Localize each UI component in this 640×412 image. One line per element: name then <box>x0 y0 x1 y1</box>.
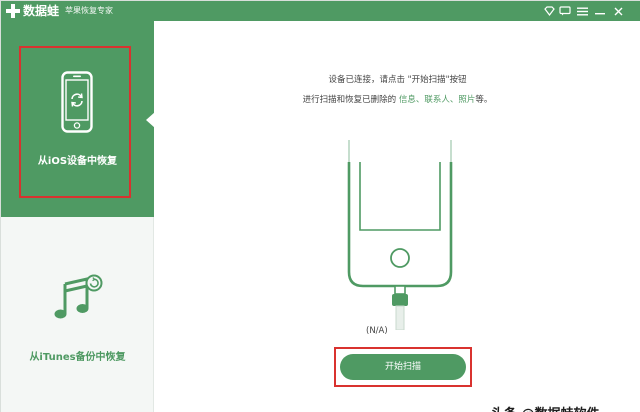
instruction-line-2: 进行扫描和恢复已删除的 信息、联系人、照片等。 <box>154 93 640 105</box>
app-subtitle: 苹果恢复专家 <box>65 6 113 15</box>
device-status: (N/A) <box>366 326 388 336</box>
sidebar: 从iOS设备中恢复 从iTunes备份中恢复 <box>1 21 155 412</box>
diamond-icon[interactable] <box>542 4 556 18</box>
sidebar-item-label: 从iOS设备中恢复 <box>37 156 118 167</box>
close-icon[interactable] <box>611 4 625 18</box>
menu-icon[interactable] <box>575 4 589 18</box>
start-scan-button[interactable]: 开始扫描 <box>340 354 466 380</box>
phone-restore-icon <box>61 71 93 133</box>
minimize-icon[interactable] <box>593 4 607 18</box>
instruction-text: 进行扫描和恢复已删除的 <box>302 95 399 105</box>
music-restore-icon <box>54 274 103 319</box>
chat-icon[interactable] <box>558 4 572 18</box>
app-name: 数据蛙 <box>23 4 60 18</box>
sidebar-item-label: 从iTunes备份中恢复 <box>29 352 126 363</box>
main-panel: 设备已连接，请点击 "开始扫描"按钮 进行扫描和恢复已删除的 信息、联系人、照片… <box>154 21 640 412</box>
sidebar-item-itunes-restore[interactable]: 从iTunes备份中恢复 <box>1 217 154 412</box>
instruction-text: 等。 <box>475 95 493 105</box>
data-types-highlight: 信息、联系人、照片 <box>398 95 476 105</box>
instruction-line-1: 设备已连接，请点击 "开始扫描"按钮 <box>154 73 640 85</box>
watermark-text: 头条 @数据蛙软件 <box>491 403 600 412</box>
instruction-text: 设备已连接，请点击 <box>328 75 408 85</box>
phone-illustration-icon <box>347 140 453 330</box>
title-bar: 数据蛙 苹果恢复专家 <box>1 1 640 21</box>
app-logo-icon <box>6 4 20 18</box>
app-window: 数据蛙 苹果恢复专家 从iOS设备中恢复 从iTunes备份中恢复 设备已连接，… <box>0 0 640 412</box>
sidebar-item-ios-restore[interactable]: 从iOS设备中恢复 <box>1 21 155 217</box>
instruction-text: 按钮 <box>449 75 467 85</box>
instruction-quote: "开始扫描" <box>407 75 450 85</box>
